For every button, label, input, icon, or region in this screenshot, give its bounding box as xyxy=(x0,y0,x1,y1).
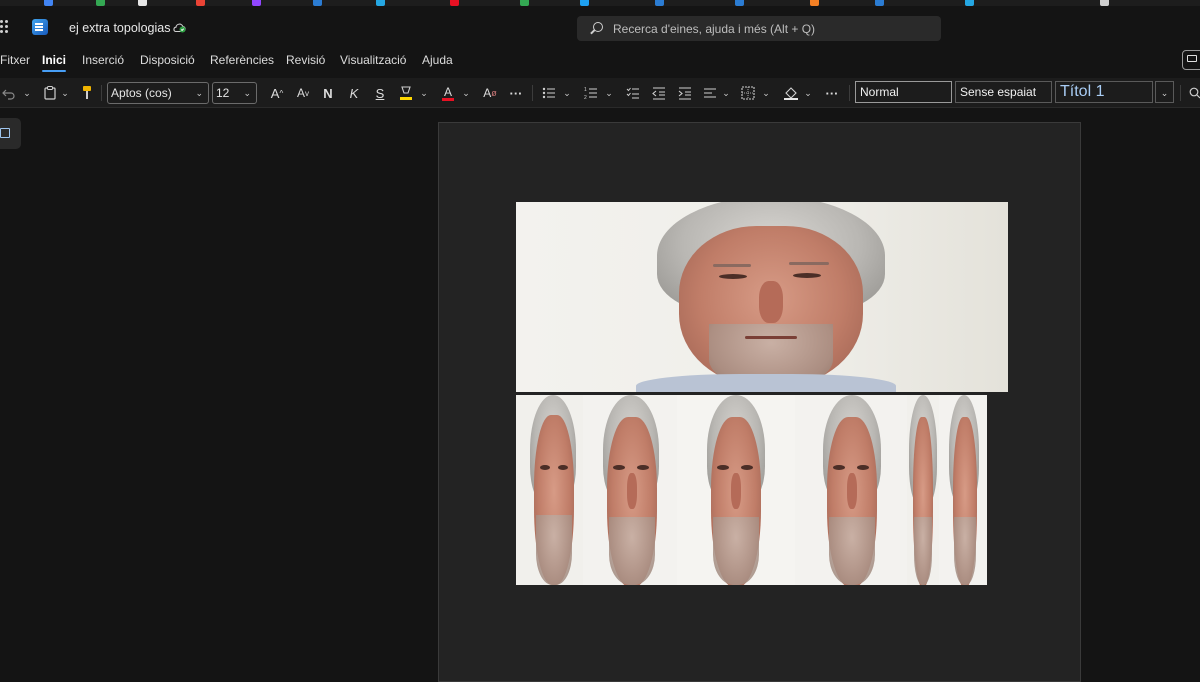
paste-dropdown-icon[interactable]: ⌄ xyxy=(60,83,70,103)
svg-text:2: 2 xyxy=(584,95,587,100)
strip-panel xyxy=(939,395,987,585)
style-heading-1[interactable]: Títol 1 xyxy=(1055,81,1153,103)
navigation-pane-icon xyxy=(0,128,10,138)
checklist-icon[interactable] xyxy=(626,86,640,100)
highlight-dropdown-icon[interactable]: ⌄ xyxy=(419,83,429,103)
navigation-pane-button[interactable] xyxy=(0,118,21,149)
document-page[interactable] xyxy=(438,122,1081,682)
font-color-swatch xyxy=(442,97,454,101)
cloud-saved-icon[interactable] xyxy=(172,21,186,33)
borders-dropdown-icon[interactable]: ⌄ xyxy=(761,83,771,103)
find-icon[interactable] xyxy=(1188,83,1200,103)
tab-help[interactable]: Ajuda xyxy=(422,53,453,67)
clear-formatting-icon[interactable]: Aø xyxy=(482,83,498,103)
separator xyxy=(849,85,850,101)
align-dropdown-icon[interactable]: ⌄ xyxy=(721,83,731,103)
strip-panel xyxy=(516,395,583,585)
separator xyxy=(101,85,102,101)
font-name-value: Aptos (cos) xyxy=(111,86,172,100)
chevron-down-icon: ⌄ xyxy=(243,88,251,98)
font-name-select[interactable]: Aptos (cos) ⌄ xyxy=(107,82,209,104)
strip-panel xyxy=(795,395,907,585)
undo-icon[interactable] xyxy=(2,86,16,100)
font-color-icon: A xyxy=(443,84,452,99)
word-logo-icon[interactable] xyxy=(32,19,48,35)
bold-button[interactable]: N xyxy=(320,83,336,103)
style-no-spacing[interactable]: Sense espaiat xyxy=(955,81,1052,103)
search-box[interactable]: Recerca d'eines, ajuda i més (Alt + Q) xyxy=(577,16,941,41)
numbering-dropdown-icon[interactable]: ⌄ xyxy=(604,83,614,103)
shrink-font-icon[interactable]: Av xyxy=(294,83,312,103)
tab-layout[interactable]: Disposició xyxy=(140,53,195,67)
style-normal[interactable]: Normal xyxy=(855,81,952,103)
ribbon-tabs: Fitxer Inici Inserció Disposició Referèn… xyxy=(0,50,1200,74)
font-size-select[interactable]: 12 ⌄ xyxy=(212,82,257,104)
chevron-down-icon: ⌄ xyxy=(195,88,203,98)
borders-icon[interactable] xyxy=(741,86,755,100)
styles-gallery-more-button[interactable]: ⌄ xyxy=(1155,81,1174,103)
document-title[interactable]: ej extra topologias xyxy=(69,21,170,35)
comment-icon xyxy=(1187,55,1197,62)
separator xyxy=(532,85,533,101)
tab-view[interactable]: Visualització xyxy=(340,53,406,67)
align-icon[interactable] xyxy=(703,86,717,100)
undo-dropdown-icon[interactable]: ⌄ xyxy=(22,83,32,103)
font-color-button[interactable]: A xyxy=(440,83,456,103)
highlighter-icon xyxy=(400,86,412,100)
numbering-icon[interactable]: 1 2 xyxy=(584,86,598,100)
app-launcher-icon[interactable] xyxy=(0,20,10,33)
font-size-value: 12 xyxy=(216,86,230,100)
more-font-options-button[interactable]: ··· xyxy=(506,83,526,103)
separator xyxy=(1180,85,1181,101)
more-paragraph-options-button[interactable]: ··· xyxy=(822,83,842,103)
strip-panel xyxy=(907,395,939,585)
bullets-dropdown-icon[interactable]: ⌄ xyxy=(562,83,572,103)
search-placeholder: Recerca d'eines, ajuda i més (Alt + Q) xyxy=(613,22,816,36)
grow-font-icon[interactable]: A ^ xyxy=(268,83,286,103)
italic-button[interactable]: K xyxy=(346,83,362,103)
portrait-shirt xyxy=(636,374,896,392)
document-canvas[interactable] xyxy=(0,109,1200,682)
highlight-button[interactable] xyxy=(397,83,415,103)
shading-dropdown-icon[interactable]: ⌄ xyxy=(803,83,813,103)
portrait-face xyxy=(651,202,891,392)
decrease-indent-icon[interactable] xyxy=(652,86,666,100)
increase-indent-icon[interactable] xyxy=(678,86,692,100)
strip-panel xyxy=(583,395,677,585)
svg-text:1: 1 xyxy=(584,87,587,93)
tab-home[interactable]: Inici xyxy=(42,53,67,72)
font-color-dropdown-icon[interactable]: ⌄ xyxy=(461,83,471,103)
search-icon xyxy=(593,22,603,32)
format-painter-icon[interactable] xyxy=(82,85,92,101)
title-bar: ej extra topologias Recerca d'eines, aju… xyxy=(0,6,1200,50)
comments-button[interactable] xyxy=(1182,50,1200,70)
document-image-portrait[interactable] xyxy=(516,202,1008,392)
tab-file[interactable]: Fitxer xyxy=(0,53,30,67)
tab-review[interactable]: Revisió xyxy=(286,53,325,67)
tab-references[interactable]: Referències xyxy=(210,53,274,67)
bullets-icon[interactable] xyxy=(542,86,556,100)
ribbon-toolbar: ⌄ ⌄ Aptos (cos) ⌄ 12 ⌄ A ^ Av N K S ⌄ A ⌄… xyxy=(0,78,1200,108)
shading-icon[interactable] xyxy=(783,85,799,101)
document-image-strip[interactable] xyxy=(516,395,987,585)
strip-panel xyxy=(677,395,795,585)
tab-insert[interactable]: Inserció xyxy=(82,53,124,67)
underline-button[interactable]: S xyxy=(372,83,388,103)
chevron-down-icon: ⌄ xyxy=(1160,88,1169,98)
paste-icon[interactable] xyxy=(44,86,56,100)
